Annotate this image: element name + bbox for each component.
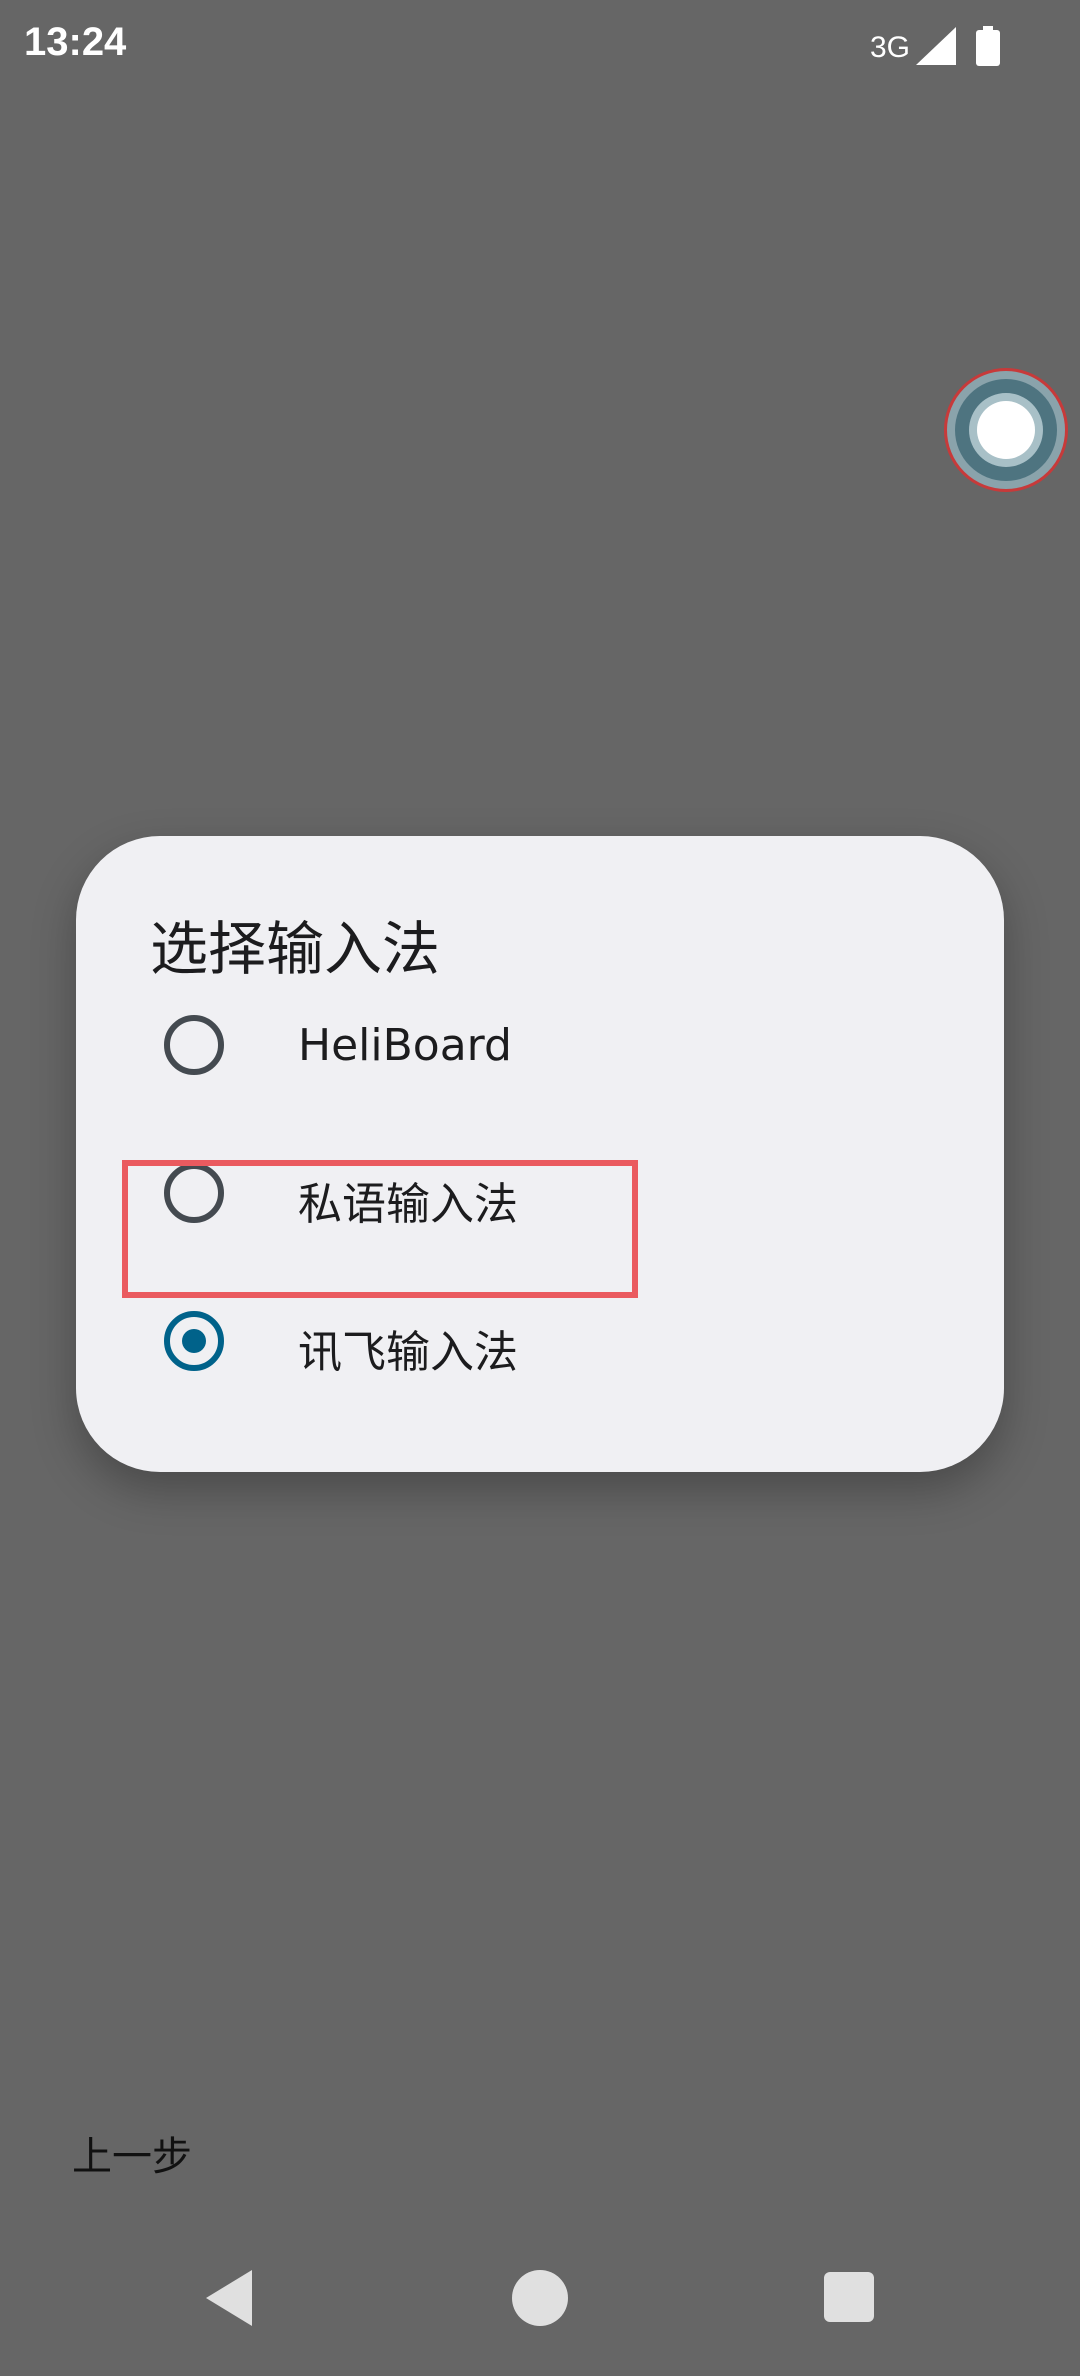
nav-home-icon[interactable]: [512, 2270, 568, 2326]
nav-recents-icon[interactable]: [824, 2272, 874, 2322]
network-type-label: 3G: [869, 31, 910, 64]
radio-checked-icon[interactable]: [164, 1311, 224, 1371]
status-icons: 3G: [870, 26, 1000, 70]
option-heliboard[interactable]: HeliBoard: [76, 980, 1004, 1110]
back-step-button[interactable]: 上一步: [72, 2124, 192, 2182]
option-label: 讯飞输入法: [298, 1327, 518, 1378]
highlight-annotation-box: [122, 1160, 638, 1298]
input-method-dialog: 选择输入法 HeliBoard 私语输入法 讯飞输入法: [76, 836, 1004, 1472]
nav-back-icon[interactable]: [206, 2270, 252, 2326]
floating-bubble-icon: [955, 379, 1057, 481]
option-label: HeliBoard: [298, 1020, 512, 1071]
signal-icon: [916, 27, 956, 69]
navigation-bar: [0, 2228, 1080, 2376]
status-time: 13:24: [24, 20, 127, 64]
dialog-title: 选择输入法: [150, 915, 441, 983]
floating-bubble-button[interactable]: [944, 368, 1068, 492]
radio-unchecked-icon[interactable]: [164, 1015, 224, 1075]
status-bar: 13:24 3G: [0, 0, 1080, 96]
battery-icon: [976, 26, 1000, 70]
